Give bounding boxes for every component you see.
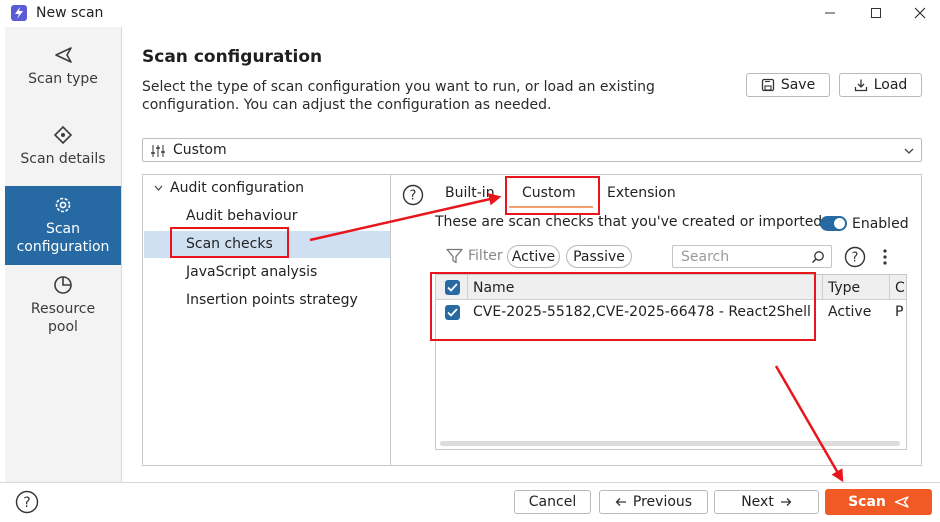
nav-scan-type[interactable]: Scan type bbox=[5, 44, 121, 104]
chevron-down-icon bbox=[904, 148, 914, 154]
maximize-icon[interactable] bbox=[865, 3, 887, 23]
tree-item-insertion-points-strategy[interactable]: Insertion points strategy bbox=[186, 292, 358, 308]
filter-label: Filter bbox=[468, 248, 503, 264]
tab-extension[interactable]: Extension bbox=[607, 185, 676, 201]
target-icon bbox=[53, 125, 73, 145]
new-scan-window: New scan Scan type Scan details Scan con… bbox=[0, 0, 940, 522]
annotation-box-scan-checks bbox=[170, 227, 289, 258]
nav-label: Scan details bbox=[20, 151, 106, 167]
window-title: New scan bbox=[36, 5, 104, 21]
minimize-icon[interactable] bbox=[819, 3, 841, 23]
page-title: Scan configuration bbox=[142, 47, 323, 67]
download-icon bbox=[854, 79, 867, 92]
send-icon bbox=[894, 496, 909, 508]
arrow-left-icon bbox=[615, 498, 626, 506]
column-header-c[interactable]: C bbox=[895, 280, 905, 296]
column-separator bbox=[822, 275, 823, 300]
column-header-type[interactable]: Type bbox=[828, 280, 860, 296]
next-label: Next bbox=[741, 494, 774, 510]
app-lightning-icon bbox=[11, 5, 27, 21]
save-button[interactable]: Save bbox=[746, 73, 830, 97]
config-dropdown-value: Custom bbox=[173, 142, 227, 158]
help-icon[interactable]: ? bbox=[15, 490, 39, 514]
scan-button[interactable]: Scan bbox=[825, 489, 932, 515]
next-button[interactable]: Next bbox=[714, 490, 819, 514]
save-icon bbox=[761, 78, 774, 92]
chevron-down-icon bbox=[154, 185, 163, 191]
cancel-button[interactable]: Cancel bbox=[514, 490, 591, 514]
load-button[interactable]: Load bbox=[839, 73, 922, 97]
gear-icon bbox=[55, 197, 71, 213]
search-icon bbox=[812, 251, 824, 263]
nav-resource-pool[interactable]: Resource pool bbox=[5, 274, 121, 338]
filter-passive-label: Passive bbox=[573, 248, 625, 265]
config-dropdown[interactable]: Custom bbox=[142, 138, 922, 162]
cancel-label: Cancel bbox=[528, 494, 577, 510]
filter-passive-pill[interactable]: Passive bbox=[566, 245, 632, 268]
help-icon[interactable]: ? bbox=[402, 184, 424, 206]
filter-active-label: Active bbox=[511, 248, 556, 265]
arrow-right-icon bbox=[780, 498, 792, 506]
search-input[interactable]: Search bbox=[672, 245, 832, 268]
nav-scan-details[interactable]: Scan details bbox=[5, 124, 121, 184]
previous-label: Previous bbox=[632, 494, 693, 510]
tree-root-label: Audit configuration bbox=[170, 180, 305, 196]
pie-icon bbox=[54, 276, 72, 294]
tree-root-audit-configuration[interactable]: Audit configuration bbox=[154, 180, 304, 196]
custom-checks-info: These are scan checks that you've create… bbox=[435, 214, 827, 230]
page-description: Select the type of scan configuration yo… bbox=[142, 79, 655, 113]
help-icon[interactable]: ? bbox=[844, 246, 866, 268]
search-placeholder: Search bbox=[681, 249, 730, 265]
config-tree-panel: Audit configuration Audit behaviour Scan… bbox=[142, 174, 391, 466]
annotation-box-check-row bbox=[430, 272, 816, 341]
horizontal-scrollbar[interactable] bbox=[440, 441, 900, 446]
nav-label: Resource pool bbox=[30, 301, 96, 335]
nav-label: Scan configuration bbox=[16, 221, 110, 255]
sliders-icon bbox=[151, 145, 165, 157]
close-icon[interactable] bbox=[909, 3, 931, 23]
svg-text:?: ? bbox=[410, 189, 417, 204]
tree-item-javascript-analysis[interactable]: JavaScript analysis bbox=[186, 264, 317, 280]
previous-button[interactable]: Previous bbox=[599, 490, 708, 514]
tab-built-in[interactable]: Built-in bbox=[445, 185, 495, 201]
svg-text:?: ? bbox=[23, 495, 30, 511]
svg-text:?: ? bbox=[852, 251, 859, 266]
annotation-box-custom-tab bbox=[505, 176, 600, 215]
enabled-label: Enabled bbox=[852, 216, 909, 232]
filter-active-pill[interactable]: Active bbox=[507, 245, 560, 268]
title-bar: New scan bbox=[0, 0, 940, 27]
enabled-toggle[interactable] bbox=[820, 216, 847, 231]
row-c: P bbox=[895, 304, 904, 320]
save-label: Save bbox=[780, 77, 816, 93]
send-icon bbox=[55, 47, 72, 63]
column-separator bbox=[889, 275, 890, 300]
filter-icon bbox=[446, 248, 463, 264]
nav-scan-configuration[interactable]: Scan configuration bbox=[5, 186, 121, 265]
load-label: Load bbox=[873, 77, 908, 93]
row-type: Active bbox=[828, 304, 872, 320]
more-options-icon[interactable] bbox=[881, 248, 889, 266]
tree-item-audit-behaviour[interactable]: Audit behaviour bbox=[186, 208, 298, 224]
nav-label: Scan type bbox=[28, 71, 98, 87]
scan-label: Scan bbox=[848, 494, 886, 510]
